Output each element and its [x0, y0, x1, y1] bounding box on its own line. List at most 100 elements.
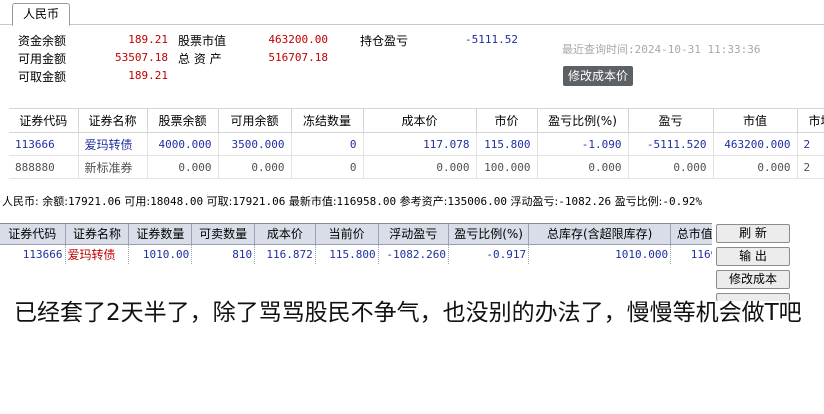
total-assets-label: 总 资 产: [178, 52, 222, 66]
pnl-ratio-label: 盈亏比例:: [614, 195, 663, 208]
withdrawable-label: 可取金额: [18, 70, 67, 84]
col-header-total-inventory[interactable]: 总库存(含超限库存): [528, 224, 672, 245]
floating-pnl-value: -1082.26: [558, 195, 612, 208]
cell-sellable: 810: [191, 244, 256, 264]
cell-cost: 116.872: [254, 244, 316, 264]
col-header-code[interactable]: 证券代码: [9, 108, 79, 133]
cell-total-inventory: 1010.000: [528, 244, 672, 264]
cell-name: 爱玛转债: [65, 244, 130, 264]
latest-market-value-label: 最新市值:: [288, 195, 337, 208]
cell-market-value: 0.000: [713, 155, 798, 179]
balance-value: 17921.06: [67, 195, 121, 208]
col-header-current-price[interactable]: 当前价: [315, 224, 379, 245]
position-pnl-value: -5111.52: [465, 33, 518, 46]
available-value: 53507.18: [115, 51, 168, 64]
col-header-market-value[interactable]: 市值: [713, 108, 798, 133]
col-header-cost[interactable]: 成本价: [254, 224, 316, 245]
cell-frozen: 0: [291, 155, 364, 179]
col-header-name[interactable]: 证券名称: [78, 108, 148, 133]
holdings-table: 证券代码 证券名称 股票余额 可用余额 冻结数量 成本价 市价 盈亏比例(%) …: [9, 108, 824, 179]
refresh-button[interactable]: 刷 新: [716, 224, 790, 243]
col-header-frozen[interactable]: 冻结数量: [291, 108, 364, 133]
cell-pnl-ratio: 0.000: [537, 155, 629, 179]
holdings-header-row: 证券代码 证券名称 股票余额 可用余额 冻结数量 成本价 市价 盈亏比例(%) …: [9, 108, 824, 133]
available-value: 18048.00: [150, 195, 204, 208]
col-header-quantity[interactable]: 证券数量: [128, 224, 193, 245]
col-header-market[interactable]: 市场: [797, 108, 824, 133]
cell-cost: 117.078: [363, 132, 477, 156]
cell-frozen: 0: [291, 132, 364, 156]
modify-cost-button[interactable]: 修改成本: [716, 270, 790, 289]
caption-text: 已经套了2天半了，除了骂骂股民不争气，也没别的办法了，慢慢等机会做T吧: [14, 300, 802, 326]
table-row[interactable]: 888880 新标准券 0.000 0.000 0 0.000 100.000 …: [9, 155, 824, 179]
cell-market: 2: [797, 132, 824, 156]
cell-pnl-ratio: -0.917: [448, 244, 530, 264]
cell-balance: 0.000: [147, 155, 219, 179]
cell-name: 新标准券: [78, 155, 148, 179]
position-pnl-label: 持仓盈亏: [360, 34, 409, 48]
positions-header-row: 证券代码 证券名称 证券数量 可卖数量 成本价 当前价 浮动盈亏 盈亏比例(%)…: [0, 224, 712, 245]
cell-pnl: 0.000: [628, 155, 714, 179]
fund-balance-value: 189.21: [128, 33, 168, 46]
cell-code: 113666: [0, 244, 66, 264]
latest-market-value: 116958.00: [336, 195, 397, 208]
cell-quantity: 1010.00: [128, 244, 193, 264]
bottom-trading-window: 人民币: 余额:17921.06 可用:18048.00 可取:17921.06…: [0, 191, 795, 301]
withdrawable-value: 189.21: [128, 69, 168, 82]
cell-market-value: 463200.000: [713, 132, 798, 156]
floating-pnl-label: 浮动盈亏:: [510, 195, 559, 208]
currency-label: 人民币:: [2, 195, 39, 208]
stock-value-value: 463200.00: [268, 33, 328, 46]
cell-market: 2: [797, 155, 824, 179]
fund-balance-label: 资金余额: [18, 34, 67, 48]
export-button[interactable]: 输 出: [716, 247, 790, 266]
account-status-line: 人民币: 余额:17921.06 可用:18048.00 可取:17921.06…: [2, 193, 792, 211]
currency-tab-bar: 人民币: [0, 0, 824, 26]
col-header-floating-pnl[interactable]: 浮动盈亏: [378, 224, 450, 245]
reference-assets-value: 135006.00: [447, 195, 507, 208]
tab-rmb[interactable]: 人民币: [12, 3, 70, 26]
cell-floating-pnl: -1082.260: [378, 244, 450, 264]
reference-assets-label: 参考资产:: [399, 195, 448, 208]
cell-available: 0.000: [218, 155, 292, 179]
col-header-total-market-value[interactable]: 总市值(含超限: [670, 224, 712, 245]
positions-table: 证券代码 证券名称 证券数量 可卖数量 成本价 当前价 浮动盈亏 盈亏比例(%)…: [0, 224, 712, 264]
positions-panel: 证券代码 证券名称 证券数量 可卖数量 成本价 当前价 浮动盈亏 盈亏比例(%)…: [0, 223, 712, 299]
col-header-cost[interactable]: 成本价: [363, 108, 477, 133]
col-header-pnl[interactable]: 盈亏: [628, 108, 714, 133]
col-header-price[interactable]: 市价: [476, 108, 538, 133]
cell-current-price: 115.800: [315, 244, 379, 264]
col-header-pnl-ratio[interactable]: 盈亏比例(%): [537, 108, 629, 133]
cell-price: 115.800: [476, 132, 538, 156]
balance-label: 余额:: [42, 195, 68, 208]
stock-value-label: 股票市值: [178, 34, 227, 48]
cell-pnl: -5111.520: [628, 132, 714, 156]
withdrawable-label: 可取:: [206, 195, 233, 208]
top-trading-window: 人民币 资金余额 189.21 股票市值 463200.00 持仓盈亏 -511…: [0, 0, 824, 190]
cell-balance: 4000.000: [147, 132, 219, 156]
pnl-ratio-value: -0.92%: [662, 195, 703, 208]
cell-code: 888880: [9, 155, 79, 179]
available-label: 可用金额: [18, 52, 67, 66]
table-row[interactable]: 113666 爱玛转债 4000.000 3500.000 0 117.078 …: [9, 132, 824, 156]
cell-price: 100.000: [476, 155, 538, 179]
total-assets-value: 516707.18: [268, 51, 328, 64]
available-label: 可用:: [124, 195, 151, 208]
cell-available: 3500.000: [218, 132, 292, 156]
table-row[interactable]: 113666 爱玛转债 1010.00 810 116.872 115.800 …: [0, 244, 712, 264]
withdrawable-value: 17921.06: [232, 195, 286, 208]
side-button-column: 刷 新 输 出 修改成本: [716, 224, 792, 301]
col-header-balance[interactable]: 股票余额: [147, 108, 219, 133]
cell-code: 113666: [9, 132, 79, 156]
col-header-sellable[interactable]: 可卖数量: [191, 224, 256, 245]
cell-total-market-value: 116958.000: [670, 244, 712, 264]
col-header-pnl-ratio[interactable]: 盈亏比例(%): [448, 224, 530, 245]
col-header-available[interactable]: 可用余额: [218, 108, 292, 133]
modify-cost-button[interactable]: 修改成本价: [563, 66, 633, 86]
cell-cost: 0.000: [363, 155, 477, 179]
cell-name: 爱玛转债: [78, 132, 148, 156]
cell-pnl-ratio: -1.090: [537, 132, 629, 156]
last-query-time: 最近查询时间:2024-10-31 11:33:36: [562, 43, 761, 56]
col-header-name[interactable]: 证券名称: [65, 224, 130, 245]
col-header-code[interactable]: 证券代码: [0, 224, 66, 245]
